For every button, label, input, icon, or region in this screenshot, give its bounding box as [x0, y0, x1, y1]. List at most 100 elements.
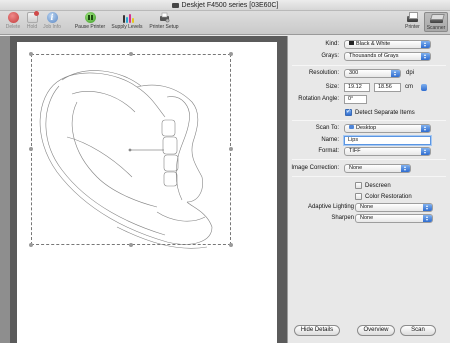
- printer-tab-button[interactable]: Printer: [403, 12, 422, 30]
- rotation-label: Rotation Angle:: [298, 96, 339, 102]
- sharpen-value: None: [360, 215, 374, 221]
- chevron-updown-icon: [391, 70, 400, 77]
- ink-levels-icon: [122, 12, 134, 23]
- scan-preview-area: [0, 36, 287, 343]
- selection-handle-bottom[interactable]: [129, 243, 133, 247]
- descreen-row: Descreen: [288, 182, 450, 192]
- selection-handle-right[interactable]: [229, 147, 233, 151]
- name-row: Name: Lips: [288, 136, 450, 146]
- scan-to-select[interactable]: Desktop: [344, 124, 431, 133]
- grays-value: Thousands of Grays: [349, 53, 399, 59]
- info-icon: i: [46, 12, 58, 23]
- format-row: Format: TIFF: [288, 147, 450, 157]
- job-info-button[interactable]: i Job Info: [41, 12, 63, 30]
- folder-icon: [349, 125, 354, 129]
- window-title: Deskjet F4500 series [03E60C]: [181, 2, 279, 9]
- printer-title-icon: [171, 3, 179, 8]
- adaptive-lighting-row: Adaptive Lighting None: [288, 203, 450, 213]
- file-name-input[interactable]: Lips: [344, 136, 431, 145]
- scan-settings-panel: Kind: Black & White Grays: Thousands of …: [288, 36, 450, 343]
- format-select[interactable]: TIFF: [344, 147, 431, 156]
- overview-button[interactable]: Overview: [357, 325, 395, 336]
- printer-setup-label: Printer Setup: [149, 24, 179, 30]
- chevron-updown-icon: [421, 53, 430, 60]
- chevron-updown-icon: [401, 165, 410, 172]
- detect-separate-checkbox[interactable]: ✓: [345, 109, 352, 116]
- size-width-field[interactable]: 19.12: [344, 83, 370, 92]
- descreen-checkbox[interactable]: [355, 182, 362, 189]
- format-value: TIFF: [349, 148, 361, 154]
- scan-button[interactable]: Scan: [400, 325, 436, 336]
- resolution-unit: dpi: [406, 70, 415, 76]
- color-restoration-checkbox[interactable]: [355, 193, 362, 200]
- grays-row: Grays: Thousands of Grays: [288, 52, 450, 62]
- hold-button[interactable]: Hold: [24, 11, 40, 30]
- image-correction-label: Image Correction:: [291, 165, 339, 171]
- selection-rectangle[interactable]: [31, 54, 231, 245]
- delete-button[interactable]: Delete: [3, 12, 23, 30]
- scan-to-row: Scan To: Desktop: [288, 124, 450, 134]
- format-label: Format:: [318, 148, 339, 154]
- pause-printer-label: Pause Printer: [74, 24, 106, 30]
- kind-row: Kind: Black & White: [288, 40, 450, 50]
- resolution-value: 300: [349, 70, 359, 76]
- unit-chevron-icon[interactable]: [421, 84, 427, 91]
- separator: [292, 176, 446, 177]
- separator: [292, 120, 446, 121]
- selection-handle-top[interactable]: [129, 52, 133, 56]
- selection-handle-bottom-right[interactable]: [229, 243, 233, 247]
- scanner-label: Scanner: [426, 25, 446, 31]
- descreen-label: Descreen: [365, 183, 391, 189]
- resolution-label: Resolution:: [308, 70, 339, 76]
- kind-select[interactable]: Black & White: [344, 40, 431, 49]
- job-info-label: Job Info: [43, 24, 61, 30]
- bottom-buttons: Hide Details Overview Scan: [288, 325, 450, 337]
- grays-select[interactable]: Thousands of Grays: [344, 52, 431, 61]
- selection-handle-bottom-left[interactable]: [29, 243, 33, 247]
- title-bar: Deskjet F4500 series [03E60C]: [0, 0, 450, 11]
- hide-details-button[interactable]: Hide Details: [294, 325, 340, 336]
- color-restoration-row: Color Restoration: [288, 193, 450, 203]
- image-correction-value: None: [349, 165, 363, 171]
- image-correction-select[interactable]: None: [344, 164, 411, 173]
- color-restoration-label: Color Restoration: [365, 194, 412, 200]
- scanner-tab-button[interactable]: Scanner: [424, 12, 448, 32]
- size-unit: cm: [405, 84, 413, 90]
- size-row: Size: 19.12 18.56 cm: [288, 83, 450, 93]
- separator: [292, 65, 446, 66]
- scanner-icon: [429, 13, 443, 24]
- chevron-updown-icon: [423, 215, 432, 222]
- scan-preview-page: [17, 42, 277, 343]
- name-label: Name:: [321, 137, 339, 143]
- toolbar: Delete Hold i Job Info Pause Printer Sup…: [0, 11, 450, 35]
- selection-handle-top-right[interactable]: [229, 52, 233, 56]
- resolution-combo[interactable]: 300: [344, 69, 401, 78]
- scan-to-value: Desktop: [356, 125, 377, 131]
- supply-levels-button[interactable]: Supply Levels: [109, 12, 145, 30]
- printer-icon: [406, 12, 419, 23]
- pause-printer-button[interactable]: Pause Printer: [73, 12, 107, 30]
- printer-setup-button[interactable]: Printer Setup: [146, 12, 182, 30]
- selection-handle-top-left[interactable]: [29, 52, 33, 56]
- sharpen-select[interactable]: None: [355, 214, 433, 223]
- printer-setup-icon: [159, 12, 170, 23]
- rotation-row: Rotation Angle: 0°: [288, 95, 450, 105]
- supply-levels-label: Supply Levels: [111, 24, 143, 30]
- detect-separate-label: Detect Separate Items: [355, 110, 415, 116]
- preview-margin: [0, 36, 10, 343]
- adaptive-lighting-value: None: [360, 204, 374, 210]
- adaptive-lighting-select[interactable]: None: [355, 203, 433, 212]
- size-height-field[interactable]: 18.56: [374, 83, 401, 92]
- scanner-window: Deskjet F4500 series [03E60C] Delete Hol…: [0, 0, 450, 343]
- delete-icon: [7, 12, 19, 23]
- resolution-row: Resolution: 300 dpi: [288, 69, 450, 79]
- rotation-field[interactable]: 0°: [344, 95, 367, 104]
- black-white-swatch: [349, 41, 354, 45]
- pause-icon: [84, 12, 96, 23]
- chevron-updown-icon: [423, 204, 432, 211]
- selection-handle-left[interactable]: [29, 147, 33, 151]
- kind-value: Black & White: [356, 41, 391, 47]
- hold-icon: [26, 11, 39, 23]
- image-correction-row: Image Correction: None: [288, 164, 450, 174]
- chevron-updown-icon: [421, 41, 430, 48]
